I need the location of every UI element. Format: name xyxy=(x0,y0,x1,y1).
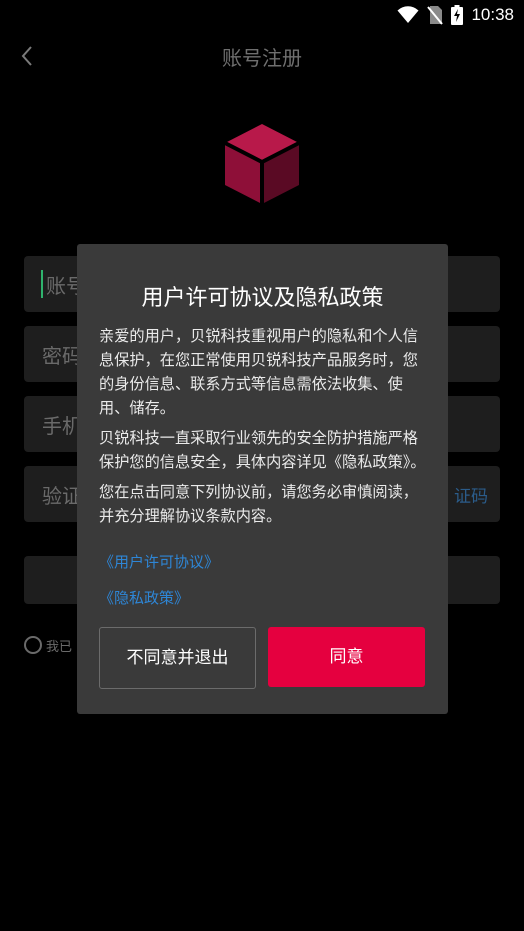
privacy-policy-link[interactable]: 《隐私政策》 xyxy=(99,588,219,608)
privacy-dialog: 用户许可协议及隐私政策 亲爱的用户，贝锐科技重视用户的隐私和个人信息保护，在您正… xyxy=(77,244,448,714)
agree-button[interactable]: 同意 xyxy=(268,627,425,687)
dialog-paragraph: 亲爱的用户，贝锐科技重视用户的隐私和个人信息保护，在您正常使用贝锐科技产品服务时… xyxy=(99,327,418,417)
dialog-body: 亲爱的用户，贝锐科技重视用户的隐私和个人信息保护，在您正常使用贝锐科技产品服务时… xyxy=(99,324,429,534)
user-license-link[interactable]: 《用户许可协议》 xyxy=(99,552,219,572)
disagree-exit-button[interactable]: 不同意并退出 xyxy=(99,627,256,689)
dialog-paragraph: 您在点击同意下列协议前，请您务必审慎阅读，并充分理解协议条款内容。 xyxy=(99,483,418,525)
dialog-paragraph: 贝锐科技一直采取行业领先的安全防护措施严格保护您的信息安全，具体内容详见《隐私政… xyxy=(99,429,426,471)
dialog-title: 用户许可协议及隐私政策 xyxy=(141,286,384,311)
agreement-links: 《用户许可协议》 《隐私政策》 xyxy=(99,552,219,624)
